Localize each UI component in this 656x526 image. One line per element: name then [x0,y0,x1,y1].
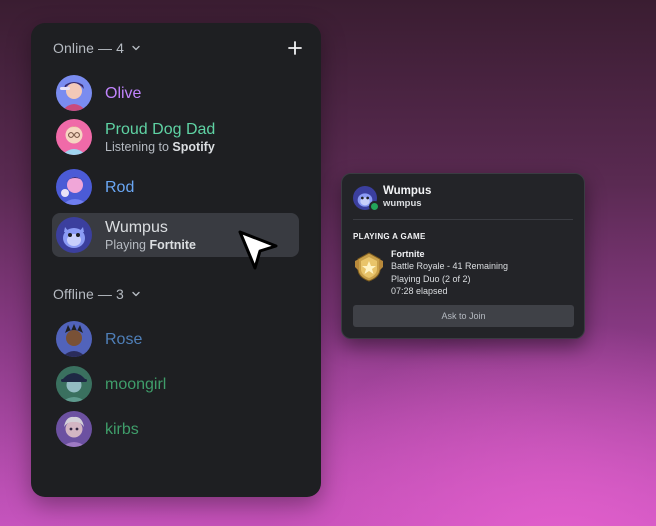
wumpus-avatar-icon [56,217,92,253]
member-moongirl[interactable]: moongirl [52,362,299,406]
online-status-icon [369,200,380,212]
rose-avatar-icon [56,321,92,357]
popout-header: Wumpus wumpus [353,185,432,212]
offline-section-label: Offline — 3 [53,286,124,302]
fortnite-badge-icon [355,252,383,282]
member-name: kirbs [105,420,139,438]
activity-section-title: PLAYING A GAME [353,232,426,241]
mouse-pointer-icon [238,230,278,270]
member-name: Olive [105,84,142,102]
olive-avatar-icon [56,75,92,111]
chevron-down-icon [132,291,140,297]
offline-section-header[interactable]: Offline — 3 [53,283,142,305]
divider [353,219,573,220]
game-elapsed-time: 07:28 elapsed [391,286,448,296]
chevron-down-icon [132,45,140,51]
add-friend-button[interactable] [285,38,305,58]
member-activity: Playing Fortnite [105,237,197,252]
member-proud-dog-dad[interactable]: Proud Dog Dad Listening to Spotify [52,115,299,159]
game-activity: Fortnite Battle Royale - 41 Remaining Pl… [353,248,508,298]
moongirl-avatar-icon [56,366,92,402]
avatar [56,321,92,357]
avatar[interactable] [353,185,380,212]
activity-game-name: Fortnite [149,237,197,252]
popout-display-name: Wumpus [383,185,432,197]
avatar [56,366,92,402]
ask-to-join-button[interactable]: Ask to Join [353,305,574,327]
member-olive[interactable]: Olive [52,71,299,115]
avatar [56,217,92,253]
member-kirbs[interactable]: kirbs [52,407,299,451]
avatar [56,119,92,155]
online-section-header[interactable]: Online — 4 [53,37,142,59]
activity-app-name: Spotify [172,139,215,154]
avatar [56,411,92,447]
member-rod[interactable]: Rod [52,165,299,209]
game-title: Fortnite [391,249,425,259]
user-profile-popout: Wumpus wumpus PLAYING A GAME Fortnite Ba… [341,173,585,339]
kirbs-avatar-icon [56,411,92,447]
game-details: Battle Royale - 41 Remaining [391,261,509,271]
online-section-label: Online — 4 [53,40,125,56]
rod-avatar-icon [56,169,92,205]
member-rose[interactable]: Rose [52,317,299,361]
proud-dog-dad-avatar-icon [56,119,92,155]
member-name: moongirl [105,375,167,393]
popout-username: wumpus [383,198,422,209]
avatar [56,75,92,111]
member-name: Rose [105,330,143,348]
plus-icon [288,41,302,55]
game-state: Playing Duo (2 of 2) [391,273,471,284]
member-activity: Listening to Spotify [105,139,215,154]
member-name: Proud Dog Dad [105,120,216,138]
member-name: Rod [105,178,135,196]
member-name: Wumpus [105,218,168,236]
avatar [56,169,92,205]
